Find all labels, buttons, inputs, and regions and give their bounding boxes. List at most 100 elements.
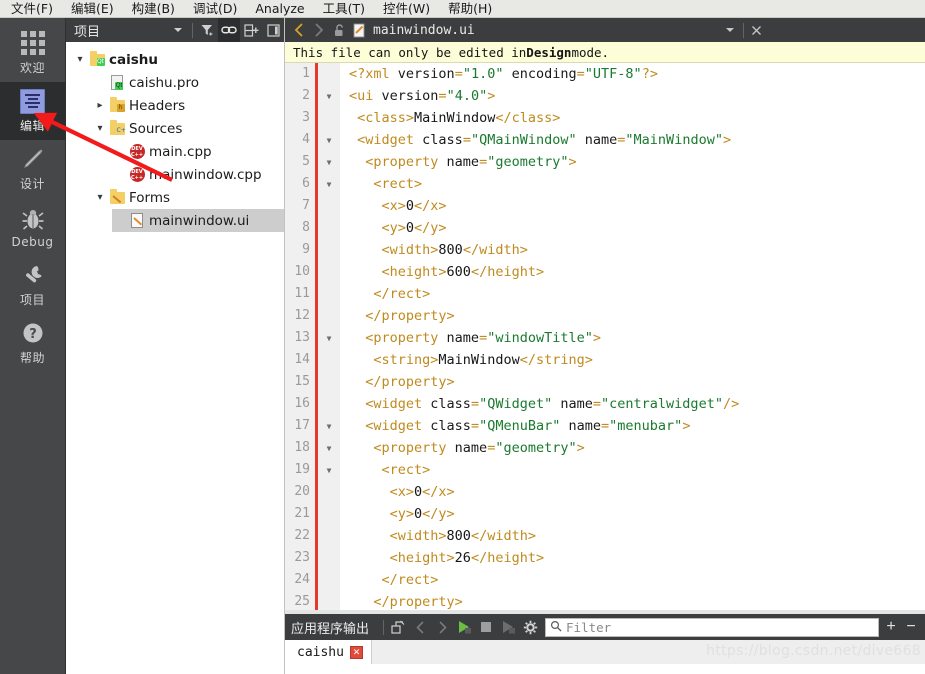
code-line[interactable]: 11 </rect> — [285, 283, 925, 305]
code-line[interactable]: 1 <?xml version="1.0" encoding="UTF-8"?> — [285, 63, 925, 85]
fold-marker-icon[interactable]: ▼ — [318, 459, 340, 481]
code-line[interactable]: 21 <y>0</y> — [285, 503, 925, 525]
mode-label-projects: 项目 — [19, 293, 45, 307]
code-line[interactable]: 4 ▼ <widget class="QMainWindow" name="Mai… — [285, 129, 925, 151]
fold-marker-icon[interactable]: ▼ — [318, 437, 340, 459]
tree-row-caishu-pro[interactable]: Qt caishu.pro — [66, 71, 284, 94]
menu-debug[interactable]: 调试(D) — [184, 0, 246, 17]
code-line[interactable]: 13 ▼ <property name="windowTitle"> — [285, 327, 925, 349]
code-line[interactable]: 19 ▼ <rect> — [285, 459, 925, 481]
code-line[interactable]: 16 <widget class="QWidget" name="central… — [285, 393, 925, 415]
fold-marker-icon[interactable]: ▼ — [318, 415, 340, 437]
filter-icon[interactable] — [196, 18, 218, 42]
split-add-icon[interactable] — [240, 18, 262, 42]
menu-window[interactable]: 控件(W) — [374, 0, 439, 17]
fold-spacer — [318, 305, 340, 327]
code-line[interactable]: 10 <height>600</height> — [285, 261, 925, 283]
mode-item-help[interactable]: ? 帮助 — [0, 314, 65, 372]
tree-row-headers[interactable]: ▸ h Headers — [66, 94, 284, 117]
editor-filename[interactable]: mainwindow.ui — [373, 23, 475, 38]
code-line-text: <rect> — [381, 462, 431, 478]
add-output-button[interactable]: + — [881, 618, 901, 636]
chevron-down-icon[interactable] — [167, 18, 189, 42]
tree-row-mainwindow-ui[interactable]: mainwindow.ui — [112, 209, 284, 232]
code-line[interactable]: 22 <width>800</width> — [285, 525, 925, 547]
fold-marker-icon[interactable]: ▼ — [318, 173, 340, 195]
code-line[interactable]: 8 <y>0</y> — [285, 217, 925, 239]
prev-item-icon[interactable] — [409, 614, 431, 640]
code-line[interactable]: 20 <x>0</x> — [285, 481, 925, 503]
back-arrow-icon[interactable] — [289, 18, 309, 42]
collapse-sidebar-icon[interactable] — [262, 18, 284, 42]
fold-marker-icon[interactable]: ▼ — [318, 151, 340, 173]
code-line[interactable]: 7 <x>0</x> — [285, 195, 925, 217]
expand-arrow-icon[interactable]: ▾ — [92, 123, 108, 134]
code-line-text: <rect> — [373, 176, 423, 192]
remove-output-button[interactable]: − — [901, 618, 921, 636]
mode-item-projects[interactable]: 项目 — [0, 256, 65, 314]
mode-item-design[interactable]: 设计 — [0, 140, 65, 198]
close-icon[interactable]: ✕ — [349, 645, 363, 659]
tree-row-forms[interactable]: ▾ Forms — [66, 186, 284, 209]
toolbar-divider — [192, 22, 193, 38]
project-explorer-panel: 项目 ▾ Qt caishu Qt caishu.pro ▸ h Headers… — [66, 18, 285, 674]
line-number: 9 — [285, 239, 315, 261]
stop-icon[interactable] — [475, 614, 497, 640]
menu-build[interactable]: 构建(B) — [123, 0, 184, 17]
expand-arrow-icon[interactable]: ▾ — [72, 54, 88, 65]
code-line[interactable]: 17 ▼ <widget class="QMenuBar" name="menub… — [285, 415, 925, 437]
code-line[interactable]: 14 <string>MainWindow</string> — [285, 349, 925, 371]
mode-item-edit[interactable]: 编辑 — [0, 82, 65, 140]
code-line[interactable]: 18 ▼ <property name="geometry"> — [285, 437, 925, 459]
output-tab-caishu[interactable]: caishu ✕ — [285, 640, 372, 664]
rerun-icon[interactable] — [497, 614, 519, 640]
expand-arrow-icon[interactable]: ▾ — [92, 192, 108, 203]
code-line-text: <widget class="QWidget" name="centralwid… — [365, 396, 740, 412]
code-line-text: <x>0</x> — [381, 198, 447, 214]
menu-edit[interactable]: 编辑(E) — [62, 0, 123, 17]
code-line[interactable]: 6 ▼ <rect> — [285, 173, 925, 195]
tree-row-mainwindow-cpp[interactable]: DEV C++ mainwindow.cpp — [66, 163, 284, 186]
close-icon[interactable] — [747, 18, 767, 42]
fold-marker-icon[interactable]: ▼ — [318, 327, 340, 349]
mode-item-welcome[interactable]: 欢迎 — [0, 24, 65, 82]
line-number: 5 — [285, 151, 315, 173]
tree-row-main-cpp[interactable]: DEV C++ main.cpp — [66, 140, 284, 163]
collapse-arrow-icon[interactable]: ▸ — [92, 100, 108, 111]
line-number: 11 — [285, 283, 315, 305]
menu-file[interactable]: 文件(F) — [2, 0, 62, 17]
code-line[interactable]: 12 </property> — [285, 305, 925, 327]
fold-marker-icon[interactable]: ▼ — [318, 85, 340, 107]
code-line[interactable]: 15 </property> — [285, 371, 925, 393]
settings-gear-icon[interactable] — [519, 614, 541, 640]
mode-item-debug[interactable]: Debug — [0, 198, 65, 256]
fold-spacer — [318, 261, 340, 283]
fold-marker-icon[interactable]: ▼ — [318, 129, 340, 151]
filter-input[interactable]: Filter — [545, 617, 879, 637]
tree-row-caishu[interactable]: ▾ Qt caishu — [66, 48, 284, 71]
output-text-area[interactable] — [285, 664, 925, 674]
code-line[interactable]: 3 <class>MainWindow</class> — [285, 107, 925, 129]
next-item-icon[interactable] — [431, 614, 453, 640]
unlocked-padlock-icon[interactable] — [329, 18, 349, 42]
code-line[interactable]: 9 <width>800</width> — [285, 239, 925, 261]
link-sync-icon[interactable] — [218, 18, 240, 42]
code-line-text: <height>600</height> — [381, 264, 545, 280]
code-line[interactable]: 23 <height>26</height> — [285, 547, 925, 569]
forward-arrow-icon[interactable] — [309, 18, 329, 42]
run-icon[interactable] — [453, 614, 475, 640]
menu-tools[interactable]: 工具(T) — [314, 0, 374, 17]
code-text-area[interactable]: 1 <?xml version="1.0" encoding="UTF-8"?> 2… — [285, 63, 925, 614]
code-editor: mainwindow.ui This file can only be edit… — [285, 18, 925, 614]
tree-row-sources[interactable]: ▾ C+ Sources — [66, 117, 284, 140]
menubar: 文件(F) 编辑(E) 构建(B) 调试(D) Analyze 工具(T) 控件… — [0, 0, 925, 18]
menu-help[interactable]: 帮助(H) — [439, 0, 501, 17]
code-line[interactable]: 2 ▼ <ui version="4.0"> — [285, 85, 925, 107]
menu-analyze[interactable]: Analyze — [246, 0, 313, 17]
code-line[interactable]: 24 </rect> — [285, 569, 925, 591]
clear-window-icon[interactable] — [387, 614, 409, 640]
chevron-down-icon[interactable] — [720, 18, 740, 42]
code-line[interactable]: 5 ▼ <property name="geometry"> — [285, 151, 925, 173]
line-number: 18 — [285, 437, 315, 459]
